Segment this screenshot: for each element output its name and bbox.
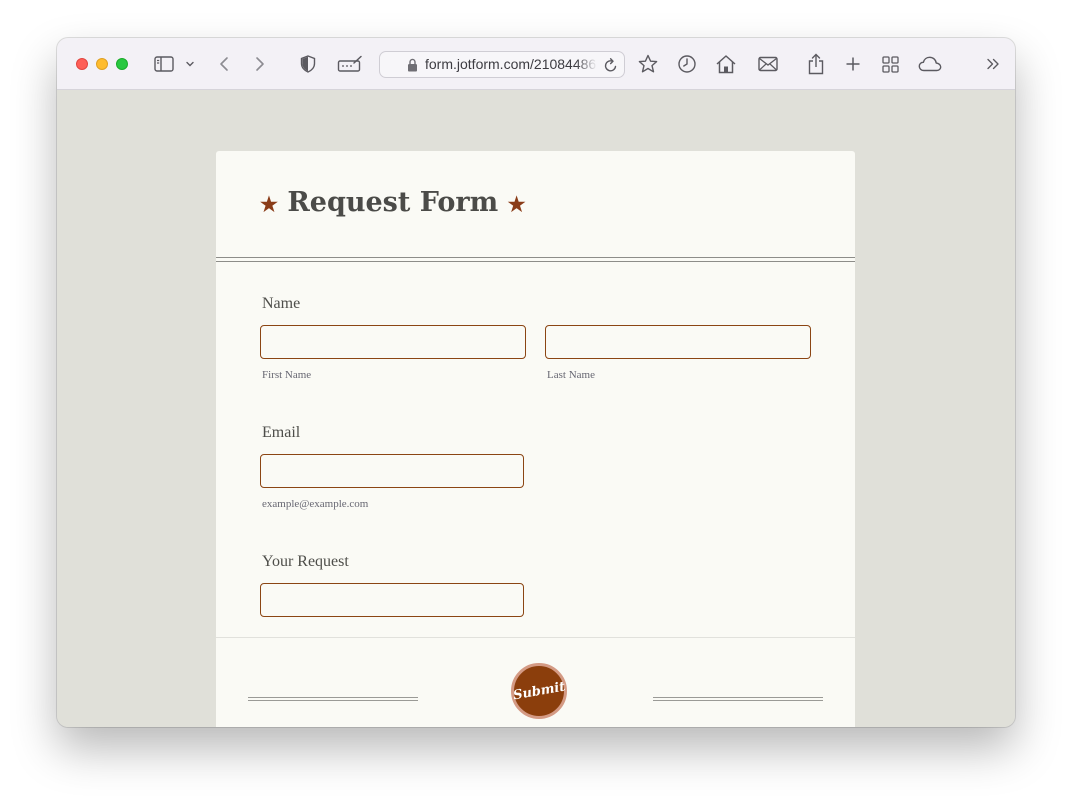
home-icon[interactable] [715, 51, 737, 77]
back-icon[interactable] [217, 51, 231, 77]
history-icon[interactable] [676, 51, 698, 77]
reload-icon[interactable] [604, 57, 618, 78]
decorative-line-left [248, 697, 418, 701]
mail-icon[interactable] [757, 51, 779, 77]
address-bar[interactable]: form.jotform.com/21084486 [379, 51, 625, 78]
lock-icon [407, 58, 418, 77]
browser-toolbar: form.jotform.com/21084486 [57, 38, 1015, 90]
form-title-text: Request Form [287, 187, 499, 218]
star-icon: ★ [507, 192, 526, 216]
chevron-down-icon[interactable] [184, 51, 196, 77]
more-chevrons-icon[interactable] [985, 51, 1001, 77]
zoom-window-button[interactable] [116, 58, 128, 70]
first-name-input[interactable] [260, 325, 526, 359]
sidebar-icon[interactable] [153, 51, 175, 77]
email-sublabel: example@example.com [262, 498, 369, 510]
url-text[interactable]: form.jotform.com/21084486 [425, 56, 597, 74]
new-tab-plus-icon[interactable] [845, 51, 861, 77]
tab-overview-grid-icon[interactable] [881, 51, 899, 77]
cloud-icon[interactable] [918, 51, 942, 77]
close-window-button[interactable] [76, 58, 88, 70]
name-label: Name [262, 295, 301, 312]
request-label: Your Request [262, 553, 349, 570]
email-input[interactable] [260, 454, 524, 488]
first-name-sublabel: First Name [262, 369, 312, 381]
email-label: Email [262, 424, 301, 441]
submit-label: Submit [511, 679, 567, 703]
form-title: ★ Request Form ★ [260, 187, 526, 218]
last-name-sublabel: Last Name [547, 369, 595, 381]
page-viewport: ★ Request Form ★ Name First Name Last Na… [57, 91, 1015, 727]
footer-divider [216, 637, 855, 638]
bookmark-star-icon[interactable] [637, 51, 659, 77]
browser-window: form.jotform.com/21084486 ★ Request Form… [57, 38, 1015, 727]
request-input[interactable] [260, 583, 524, 617]
forward-icon[interactable] [253, 51, 267, 77]
minimize-window-button[interactable] [96, 58, 108, 70]
privacy-shield-icon[interactable] [299, 51, 317, 77]
form-card: ★ Request Form ★ Name First Name Last Na… [216, 151, 855, 727]
decorative-line-right [653, 697, 823, 701]
signature-icon[interactable] [337, 51, 363, 77]
share-icon[interactable] [807, 51, 825, 77]
last-name-input[interactable] [545, 325, 811, 359]
form-header: ★ Request Form ★ [216, 151, 855, 262]
star-icon: ★ [260, 192, 278, 216]
submit-button[interactable]: Submit [511, 663, 567, 719]
header-divider [216, 257, 855, 262]
